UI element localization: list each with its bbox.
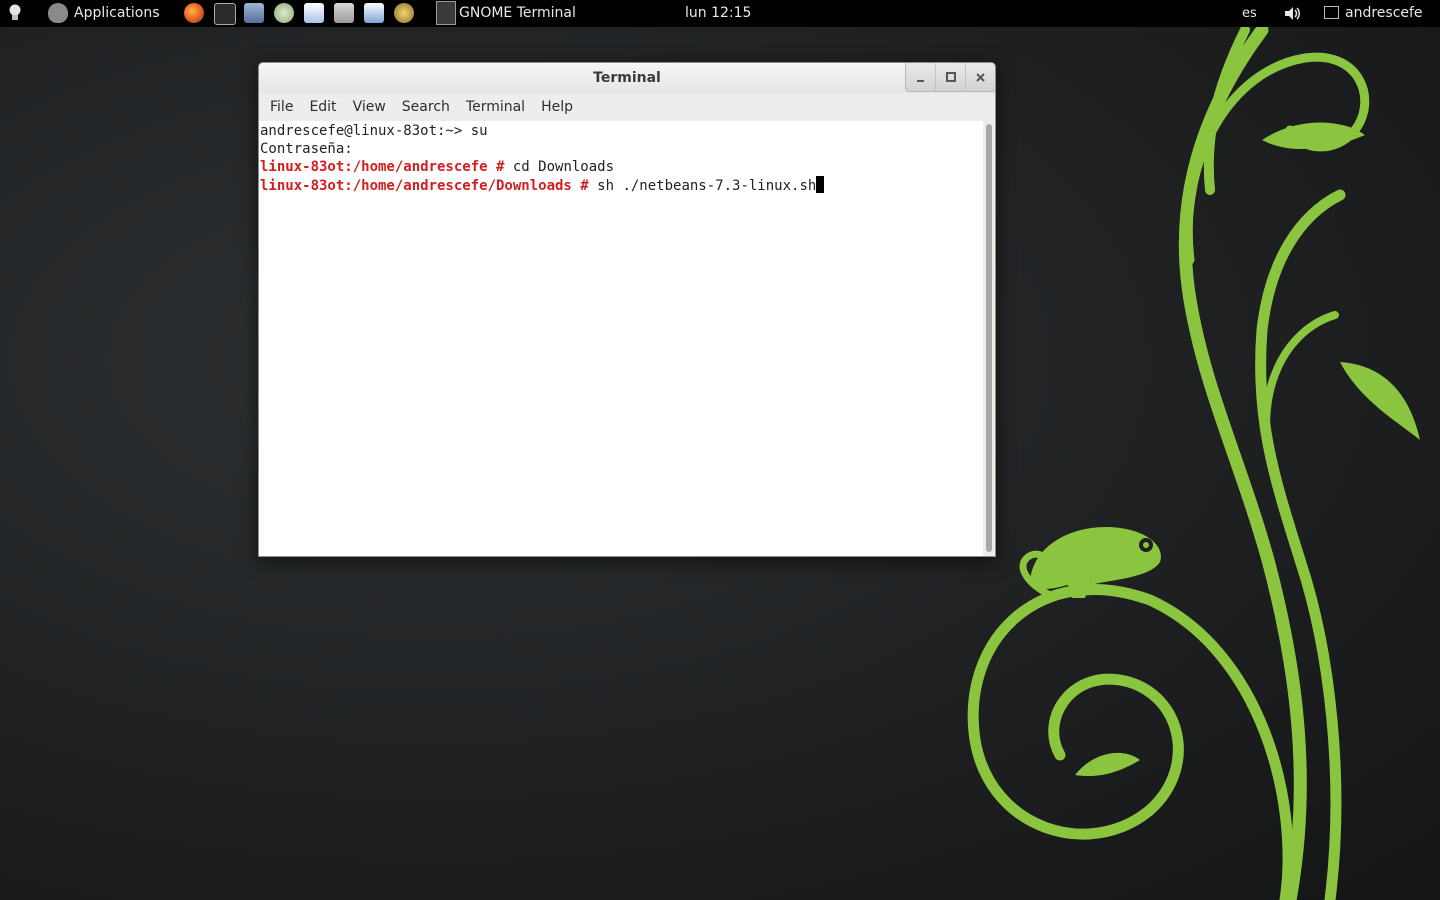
terminal-command: cd Downloads xyxy=(504,159,615,175)
user-menu[interactable]: andrescefe xyxy=(1324,0,1423,27)
window-titlebar[interactable]: Terminal xyxy=(259,63,995,93)
gnome-foot-icon xyxy=(48,3,68,23)
top-panel: Applications GNOME Terminal lun 12:15 es… xyxy=(0,0,1440,27)
window-controls xyxy=(905,63,995,92)
keyboard-layout-indicator[interactable]: es xyxy=(1242,0,1257,27)
terminal-line: andrescefe@linux-83ot:~> su xyxy=(260,122,983,140)
active-app-label: GNOME Terminal xyxy=(459,5,576,21)
active-app-indicator[interactable]: GNOME Terminal xyxy=(436,0,576,27)
maximize-button[interactable] xyxy=(936,63,966,91)
firefox-icon[interactable] xyxy=(184,3,204,23)
applications-menu[interactable]: Applications xyxy=(48,0,160,27)
package-icon[interactable] xyxy=(244,3,264,23)
terminal-prompt: linux-83ot:/home/andrescefe # xyxy=(260,159,505,175)
maximize-icon xyxy=(945,72,956,82)
terminal-scrollbar[interactable] xyxy=(983,121,995,556)
terminal-prompt: linux-83ot:/home/andrescefe/Downloads # xyxy=(260,178,589,194)
menu-bar: File Edit View Search Terminal Help xyxy=(259,93,995,121)
minimize-button[interactable] xyxy=(906,63,936,91)
terminal-app-icon xyxy=(436,1,456,25)
file-cabinet-icon[interactable] xyxy=(334,3,354,23)
menu-file[interactable]: File xyxy=(262,93,301,121)
terminal-cursor xyxy=(816,176,825,193)
document-icon[interactable] xyxy=(304,3,324,23)
terminal-launcher-icon[interactable] xyxy=(214,3,236,25)
menu-view[interactable]: View xyxy=(345,93,394,121)
terminal-line: linux-83ot:/home/andrescefe # cd Downloa… xyxy=(260,158,983,176)
terminal-command: sh ./netbeans-7.3-linux.sh xyxy=(588,178,817,194)
bulb-icon[interactable] xyxy=(6,0,24,27)
minimize-icon xyxy=(917,80,924,82)
applications-label: Applications xyxy=(74,5,160,21)
media-player-icon[interactable] xyxy=(394,3,414,23)
menu-terminal[interactable]: Terminal xyxy=(458,93,533,121)
scrollbar-thumb[interactable] xyxy=(986,124,992,552)
menu-edit[interactable]: Edit xyxy=(301,93,344,121)
terminal-command: andrescefe@linux-83ot:~> su xyxy=(260,123,488,139)
chat-icon[interactable] xyxy=(364,3,384,23)
user-name: andrescefe xyxy=(1345,5,1423,21)
terminal-line: Contraseña: xyxy=(260,140,983,158)
close-icon xyxy=(976,72,985,82)
menu-help[interactable]: Help xyxy=(533,93,581,121)
terminal-line: linux-83ot:/home/andrescefe/Downloads # … xyxy=(260,176,983,194)
clock[interactable]: lun 12:15 xyxy=(685,0,751,27)
user-status-icon xyxy=(1324,5,1339,19)
window-title: Terminal xyxy=(593,70,661,86)
menu-search[interactable]: Search xyxy=(394,93,458,121)
terminal-command: Contraseña: xyxy=(260,141,353,157)
terminal-output[interactable]: andrescefe@linux-83ot:~> su Contraseña: … xyxy=(259,121,983,556)
elephant-icon[interactable] xyxy=(274,3,294,23)
terminal-window: Terminal File Edit View Search Terminal … xyxy=(258,62,996,557)
volume-icon[interactable] xyxy=(1283,0,1301,27)
close-button[interactable] xyxy=(966,63,995,91)
